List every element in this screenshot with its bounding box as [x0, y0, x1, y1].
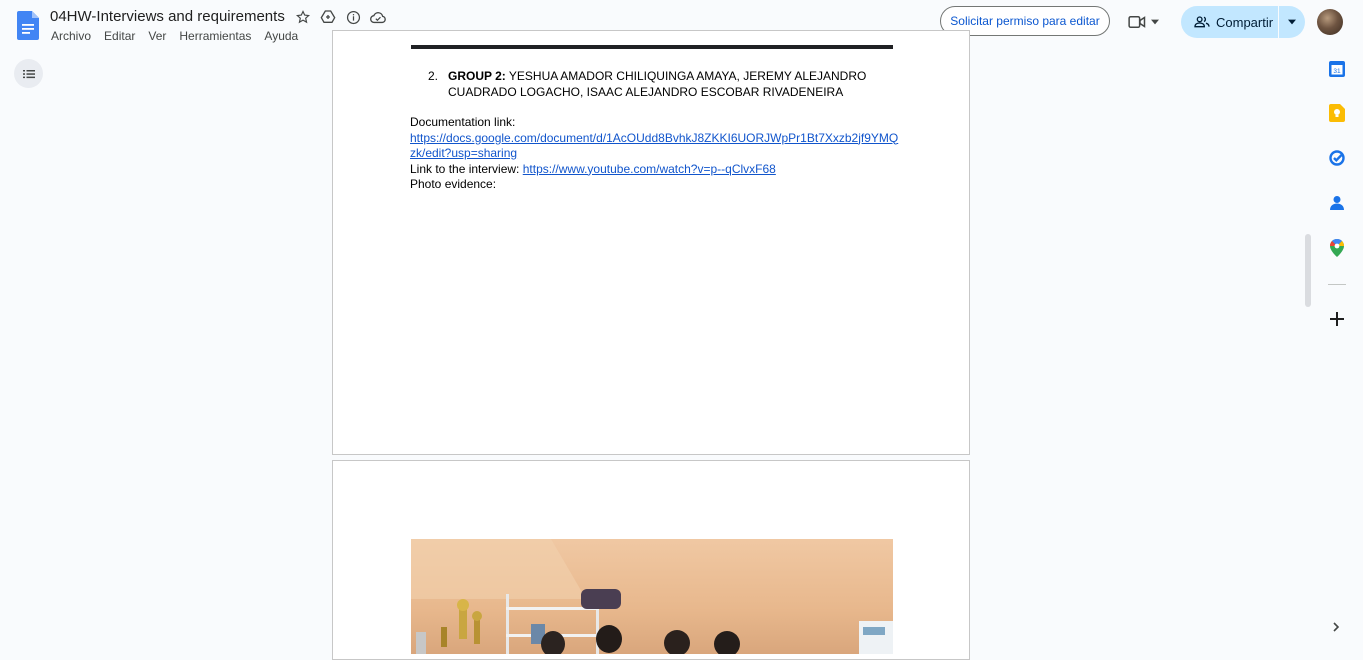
docs-logo-icon[interactable]: [17, 11, 39, 40]
star-icon[interactable]: [295, 9, 311, 25]
horizontal-rule: [411, 45, 893, 49]
documentation-label: Documentation link:: [410, 115, 516, 129]
list-icon: [22, 69, 35, 78]
account-avatar[interactable]: [1317, 9, 1343, 35]
menu-ver[interactable]: Ver: [148, 29, 166, 43]
share-button[interactable]: Compartir: [1181, 6, 1278, 38]
tasks-icon[interactable]: [1328, 149, 1346, 167]
caret-down-icon: [1288, 19, 1296, 25]
document-title[interactable]: 04HW-Interviews and requirements: [50, 8, 285, 25]
list-number: 2.: [428, 69, 439, 83]
interview-link[interactable]: https://www.youtube.com/watch?v=p--qClvx…: [523, 162, 776, 176]
photo-evidence-image[interactable]: [411, 539, 893, 654]
menu-bar: Archivo Editar Ver Herramientas Ayuda: [51, 29, 311, 43]
people-icon: [1194, 16, 1210, 28]
side-panel: [1314, 46, 1363, 653]
meet-button[interactable]: [1128, 10, 1168, 34]
keep-icon[interactable]: [1328, 104, 1346, 122]
side-panel-divider: [1328, 284, 1346, 285]
document-outline-button[interactable]: [14, 59, 43, 88]
svg-text:31: 31: [1333, 68, 1341, 75]
calendar-icon[interactable]: 31: [1328, 60, 1346, 78]
contacts-icon[interactable]: [1328, 194, 1346, 212]
group-label: GROUP 2:: [448, 69, 506, 83]
group-members: YESHUA AMADOR CHILIQUINGA AMAYA, JEREMY …: [448, 69, 867, 99]
interview-label: Link to the interview:: [410, 161, 520, 176]
info-icon[interactable]: [345, 9, 361, 25]
maps-icon[interactable]: [1328, 239, 1346, 257]
photo-evidence-label: Photo evidence:: [410, 177, 497, 191]
move-to-drive-icon[interactable]: [320, 9, 336, 25]
chevron-right-icon[interactable]: [1330, 620, 1342, 638]
share-label: Compartir: [1216, 14, 1274, 30]
add-icon[interactable]: [1328, 310, 1346, 328]
menu-editar[interactable]: Editar: [104, 29, 135, 43]
menu-ayuda[interactable]: Ayuda: [264, 29, 298, 43]
share-options-button[interactable]: [1279, 6, 1305, 38]
menu-herramientas[interactable]: Herramientas: [179, 29, 251, 43]
caret-down-icon: [1151, 19, 1159, 25]
interview-line: Link to the interview: https://www.youtu…: [410, 162, 776, 178]
documentation-link-continued[interactable]: zk/edit?usp=sharing: [410, 146, 517, 162]
menu-archivo[interactable]: Archivo: [51, 29, 91, 43]
title-actions: [295, 9, 386, 25]
group-entry: GROUP 2: YESHUA AMADOR CHILIQUINGA AMAYA…: [448, 68, 878, 100]
video-camera-icon: [1128, 16, 1146, 28]
cloud-saved-icon[interactable]: [370, 9, 386, 25]
vertical-scrollbar[interactable]: [1305, 234, 1311, 307]
documentation-link[interactable]: https://docs.google.com/document/d/1AcOU…: [410, 131, 898, 147]
